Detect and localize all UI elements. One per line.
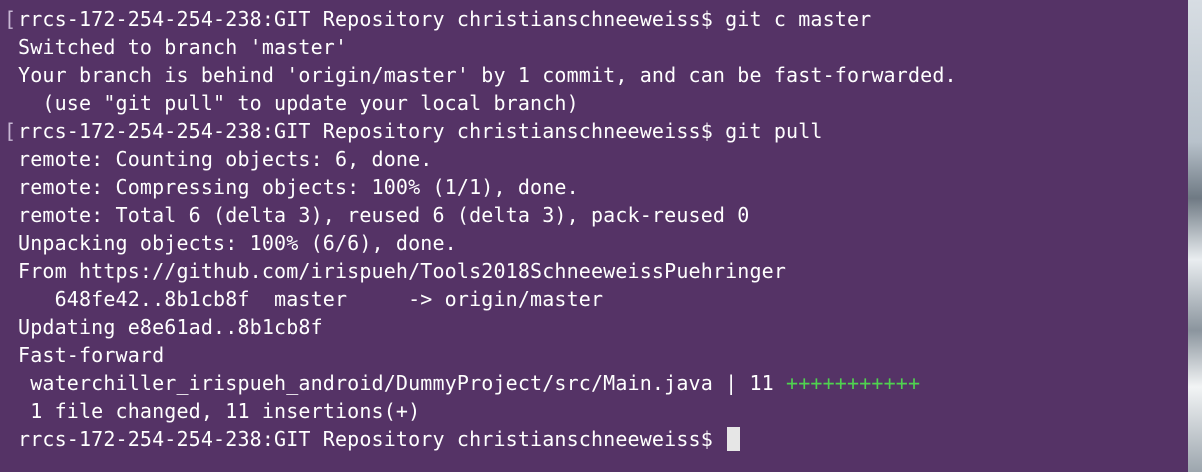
output-line: Fast-forward [18,341,1188,369]
prompt-line: rrcs-172-254-254-238:GIT Repository chri… [18,117,1188,145]
line-text: 648fe42..8b1cb8f master -> origin/master [18,287,604,311]
output-line: remote: Counting objects: 6, done. [18,145,1188,173]
output-line: remote: Total 6 (delta 3), reused 6 (del… [18,201,1188,229]
output-line: 648fe42..8b1cb8f master -> origin/master [18,285,1188,313]
line-text: Unpacking objects: 100% (6/6), done. [18,231,457,255]
line-text: (use "git pull" to update your local bra… [18,91,579,115]
output-line: Updating e8e61ad..8b1cb8f [18,313,1188,341]
output-line: waterchiller_irispueh_android/DummyProje… [18,369,1188,397]
output-line: From https://github.com/irispueh/Tools20… [18,257,1188,285]
line-text: Your branch is behind 'origin/master' by… [18,63,957,87]
line-text: From https://github.com/irispueh/Tools20… [18,259,787,283]
line-text: rrcs-172-254-254-238:GIT Repository chri… [18,427,726,451]
output-line: 1 file changed, 11 insertions(+) [18,397,1188,425]
output-line: Switched to branch 'master' [18,33,1188,61]
output-line: Unpacking objects: 100% (6/6), done. [18,229,1188,257]
insertions-graph: +++++++++++ [786,371,921,395]
terminal-window[interactable]: rrcs-172-254-254-238:GIT Repository chri… [0,0,1188,472]
output-line: Your branch is behind 'origin/master' by… [18,61,1188,89]
line-text: Switched to branch 'master' [18,35,348,59]
line-text: remote: Total 6 (delta 3), reused 6 (del… [18,203,750,227]
line-text: Updating e8e61ad..8b1cb8f [18,315,323,339]
output-line: remote: Compressing objects: 100% (1/1),… [18,173,1188,201]
line-text: Fast-forward [18,343,165,367]
prompt-line: rrcs-172-254-254-238:GIT Repository chri… [18,5,1188,33]
line-text: remote: Counting objects: 6, done. [18,147,433,171]
desktop-wallpaper [1188,0,1202,472]
line-text: rrcs-172-254-254-238:GIT Repository chri… [18,119,823,143]
prompt-line: rrcs-172-254-254-238:GIT Repository chri… [18,425,1188,453]
output-line: (use "git pull" to update your local bra… [18,89,1188,117]
text-cursor [727,427,741,451]
line-text: rrcs-172-254-254-238:GIT Repository chri… [18,7,872,31]
prompt-mark: [ [4,119,17,143]
terminal-output[interactable]: rrcs-172-254-254-238:GIT Repository chri… [18,5,1188,453]
line-text: waterchiller_irispueh_android/DummyProje… [18,371,787,395]
prompt-mark: [ [4,7,17,31]
line-text: 1 file changed, 11 insertions(+) [18,399,421,423]
line-text: remote: Compressing objects: 100% (1/1),… [18,175,579,199]
